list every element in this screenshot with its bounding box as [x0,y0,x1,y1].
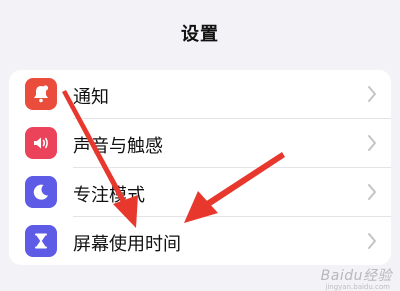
settings-row-label: 专注模式 [73,185,145,206]
chevron-right-icon [368,86,376,102]
settings-group: 通知 声音与触感 专注模式 屏幕使用时间 [9,70,391,265]
notifications-icon [25,78,57,110]
watermark-logo: Baidu经验 [320,268,392,284]
settings-row-label: 声音与触感 [73,136,163,157]
settings-row-label: 屏幕使用时间 [73,234,181,255]
chevron-right-icon [368,233,376,249]
settings-row-notifications[interactable]: 通知 [9,70,391,118]
settings-row-focus[interactable]: 专注模式 [9,168,391,216]
chevron-right-icon [368,184,376,200]
hourglass-icon [25,225,57,257]
moon-icon [25,176,57,208]
settings-row-sounds[interactable]: 声音与触感 [9,119,391,167]
chevron-right-icon [368,135,376,151]
settings-screen: 设置 通知 声音与触感 专注模式 屏幕使用时间 Baidu经验 jingyan.… [0,0,400,291]
watermark-url: jingyan.baidu.com [325,283,390,291]
settings-row-label: 通知 [73,87,109,108]
page-title: 设置 [181,24,219,45]
settings-row-screen-time[interactable]: 屏幕使用时间 [9,217,391,265]
sound-icon [25,127,57,159]
